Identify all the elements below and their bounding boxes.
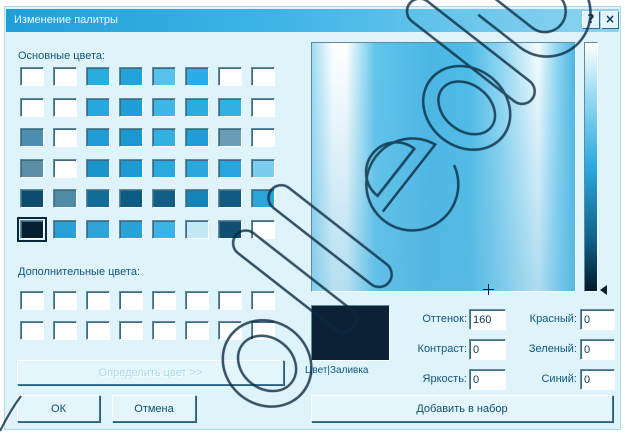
hue-label: Оттенок: (422, 313, 467, 325)
basic-color-swatch[interactable] (119, 220, 143, 239)
basic-color-swatch[interactable] (86, 98, 110, 117)
basic-color-swatch[interactable] (53, 98, 77, 117)
custom-color-swatch[interactable] (20, 321, 44, 340)
basic-color-swatch[interactable] (218, 220, 242, 239)
blue-input[interactable] (580, 369, 615, 390)
basic-color-swatch[interactable] (251, 220, 275, 239)
custom-color-swatch[interactable] (20, 291, 44, 310)
basic-color-swatch[interactable] (53, 189, 77, 208)
custom-color-swatch[interactable] (185, 321, 209, 340)
arrow-left-icon[interactable] (600, 285, 607, 295)
basic-color-swatch[interactable] (251, 67, 275, 86)
basic-color-swatch[interactable] (185, 159, 209, 178)
basic-color-swatch[interactable] (20, 128, 44, 147)
basic-color-swatch[interactable] (53, 220, 77, 239)
custom-color-swatch[interactable] (251, 321, 275, 340)
basic-color-swatch[interactable] (53, 128, 77, 147)
basic-color-swatch[interactable] (152, 67, 176, 86)
basic-color-swatch[interactable] (185, 67, 209, 86)
add-to-custom-colors-button[interactable]: Добавить в набор (311, 395, 613, 422)
luminance-input[interactable] (469, 369, 506, 390)
custom-color-swatch[interactable] (185, 291, 209, 310)
basic-color-swatch[interactable] (20, 189, 44, 208)
custom-color-swatch[interactable] (53, 291, 77, 310)
ok-button[interactable]: ОК (17, 395, 100, 422)
custom-color-swatch[interactable] (86, 321, 110, 340)
green-input[interactable] (580, 339, 615, 360)
basic-color-swatch[interactable] (17, 217, 47, 242)
basic-color-swatch[interactable] (86, 128, 110, 147)
green-label: Зеленый: (528, 343, 577, 355)
custom-colors-label: Дополнительные цвета: (18, 266, 140, 278)
help-icon: ? (587, 12, 595, 26)
cancel-button[interactable]: Отмена (112, 395, 196, 422)
custom-color-swatch[interactable] (119, 321, 143, 340)
basic-color-swatch[interactable] (185, 128, 209, 147)
help-button[interactable]: ? (582, 11, 600, 29)
custom-color-swatch[interactable] (251, 291, 275, 310)
close-button[interactable]: × (601, 11, 619, 29)
basic-color-swatch[interactable] (86, 159, 110, 178)
red-label: Красный: (529, 313, 577, 325)
hue-input[interactable] (469, 309, 506, 330)
custom-color-swatch[interactable] (152, 321, 176, 340)
red-input[interactable] (580, 309, 615, 330)
window-title: Изменение палитры (14, 14, 118, 26)
basic-color-swatch[interactable] (152, 159, 176, 178)
basic-color-swatch[interactable] (53, 67, 77, 86)
custom-color-swatch[interactable] (152, 291, 176, 310)
custom-color-swatch[interactable] (53, 321, 77, 340)
luminance-label: Яркость: (422, 373, 467, 385)
define-custom-colors-button[interactable]: Определить цвет >> (17, 360, 284, 385)
custom-color-swatch[interactable] (86, 291, 110, 310)
basic-color-swatch[interactable] (119, 189, 143, 208)
basic-color-swatch[interactable] (20, 98, 44, 117)
crosshair-icon[interactable] (482, 284, 494, 295)
basic-color-swatch[interactable] (20, 159, 44, 178)
basic-color-swatch[interactable] (53, 159, 77, 178)
color-spectrum[interactable] (311, 42, 576, 292)
blue-label: Синий: (541, 373, 577, 385)
custom-color-swatch[interactable] (218, 291, 242, 310)
basic-color-swatch[interactable] (251, 98, 275, 117)
basic-color-swatch[interactable] (218, 98, 242, 117)
color-preview (311, 305, 390, 361)
basic-color-swatch[interactable] (251, 128, 275, 147)
basic-color-swatch[interactable] (119, 98, 143, 117)
basic-color-swatch[interactable] (119, 159, 143, 178)
basic-color-swatch[interactable] (185, 189, 209, 208)
basic-color-swatch[interactable] (218, 128, 242, 147)
basic-color-swatch[interactable] (152, 189, 176, 208)
basic-color-swatch[interactable] (152, 220, 176, 239)
basic-color-swatch[interactable] (218, 189, 242, 208)
basic-colors-label: Основные цвета: (18, 50, 106, 62)
close-icon: × (604, 12, 616, 26)
basic-color-swatch[interactable] (86, 220, 110, 239)
basic-color-swatch[interactable] (185, 220, 209, 239)
basic-color-swatch[interactable] (86, 189, 110, 208)
saturation-input[interactable] (469, 339, 506, 360)
basic-color-swatch[interactable] (251, 159, 275, 178)
basic-color-swatch[interactable] (20, 67, 44, 86)
custom-color-swatch[interactable] (119, 291, 143, 310)
custom-color-swatch[interactable] (218, 321, 242, 340)
basic-color-swatch[interactable] (218, 67, 242, 86)
basic-color-swatch[interactable] (251, 189, 275, 208)
basic-color-swatch[interactable] (119, 67, 143, 86)
saturation-label: Контраст: (417, 343, 467, 355)
luminance-slider[interactable] (584, 42, 598, 292)
basic-color-swatch[interactable] (86, 67, 110, 86)
title-bar: Изменение палитры (6, 9, 619, 32)
basic-color-swatch[interactable] (152, 98, 176, 117)
basic-color-swatch[interactable] (152, 128, 176, 147)
preview-label: Цвет|Заливка (305, 365, 369, 376)
basic-color-swatch[interactable] (218, 159, 242, 178)
basic-color-swatch[interactable] (185, 98, 209, 117)
basic-color-swatch[interactable] (119, 128, 143, 147)
